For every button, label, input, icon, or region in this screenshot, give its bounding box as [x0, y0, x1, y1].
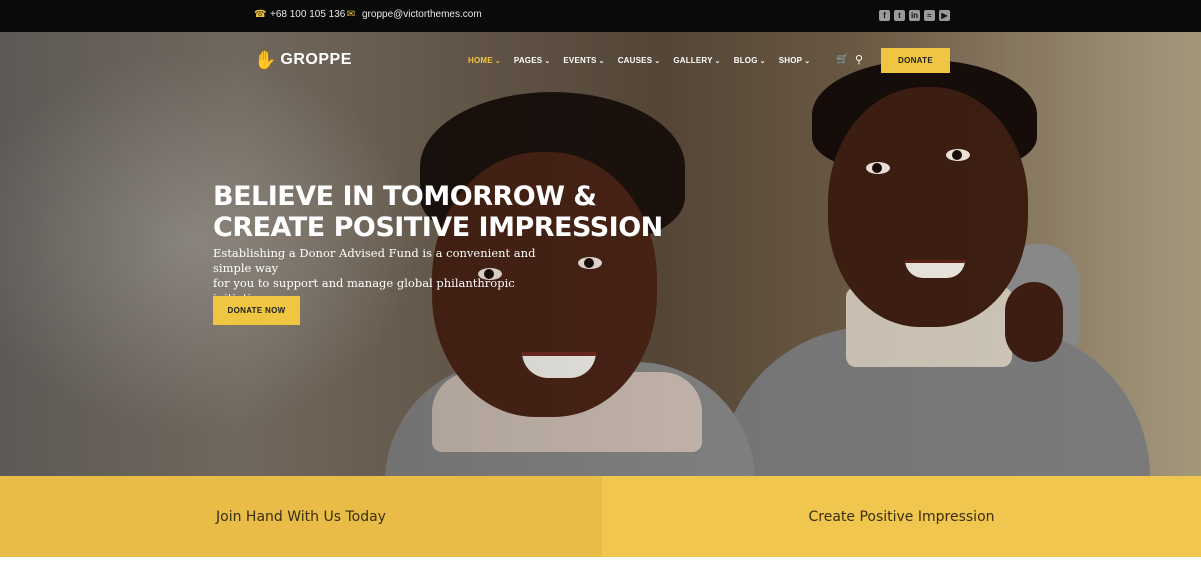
- donate-now-button[interactable]: DONATE NOW: [213, 296, 300, 325]
- join-hand-label: Join Hand With Us Today: [216, 508, 386, 525]
- envelope-icon: ✉: [346, 9, 356, 20]
- nav-item-shop[interactable]: SHOP ⌄: [779, 56, 811, 65]
- chevron-down-icon: ⌄: [759, 58, 766, 65]
- chevron-down-icon: ⌄: [714, 58, 721, 65]
- join-hand-band[interactable]: Join Hand With Us Today: [0, 476, 602, 557]
- search-icon[interactable]: ⚲: [855, 53, 863, 66]
- nav-item-home[interactable]: HOME ⌄: [468, 56, 501, 65]
- email-address: groppe@victorthemes.com: [362, 9, 482, 20]
- youtube-icon[interactable]: ▶: [939, 10, 950, 21]
- social-links: f t in ≈ ▶: [879, 10, 950, 21]
- site-logo[interactable]: ✋ GROPPE: [254, 50, 352, 70]
- nav-item-causes[interactable]: CAUSES ⌄: [618, 56, 661, 65]
- nav-item-events[interactable]: EVENTS ⌄: [563, 56, 604, 65]
- main-nav: HOME ⌄ PAGES ⌄ EVENTS ⌄ CAUSES ⌄ GALLERY ⌄ BL…: [468, 56, 823, 65]
- facebook-icon[interactable]: f: [879, 10, 890, 21]
- nav-item-pages[interactable]: PAGES ⌄: [514, 56, 551, 65]
- phone-icon: ☎: [254, 9, 267, 20]
- chevron-down-icon: ⌄: [598, 58, 605, 65]
- hero-image: [0, 32, 1201, 476]
- twitter-icon[interactable]: t: [894, 10, 905, 21]
- email-contact[interactable]: ✉ groppe@victorthemes.com: [346, 9, 482, 20]
- phone-number: +68 100 105 136: [270, 9, 346, 20]
- positive-impression-band[interactable]: Create Positive Impression: [602, 476, 1201, 557]
- brand-name: GROPPE: [280, 51, 352, 68]
- positive-impression-label: Create Positive Impression: [808, 508, 995, 525]
- nav-item-blog[interactable]: BLOG ⌄: [734, 56, 766, 65]
- hand-icon: ✋: [254, 50, 277, 70]
- nav-item-gallery[interactable]: GALLERY ⌄: [673, 56, 720, 65]
- chevron-down-icon: ⌄: [544, 58, 551, 65]
- top-bar: ☎ +68 100 105 136 ✉ groppe@victorthemes.…: [0, 0, 1201, 32]
- hero-headline: BELIEVE IN TOMORROW & CREATE POSITIVE IM…: [213, 181, 663, 243]
- chevron-down-icon: ⌄: [654, 58, 661, 65]
- donate-button[interactable]: DONATE: [881, 48, 950, 73]
- phone-contact[interactable]: ☎ +68 100 105 136: [254, 9, 345, 20]
- linkedin-icon[interactable]: in: [909, 10, 920, 21]
- cart-icon[interactable]: 🛒: [836, 54, 848, 65]
- chevron-down-icon: ⌄: [804, 58, 811, 65]
- rss-icon[interactable]: ≈: [924, 10, 935, 21]
- chevron-down-icon: ⌄: [494, 58, 501, 65]
